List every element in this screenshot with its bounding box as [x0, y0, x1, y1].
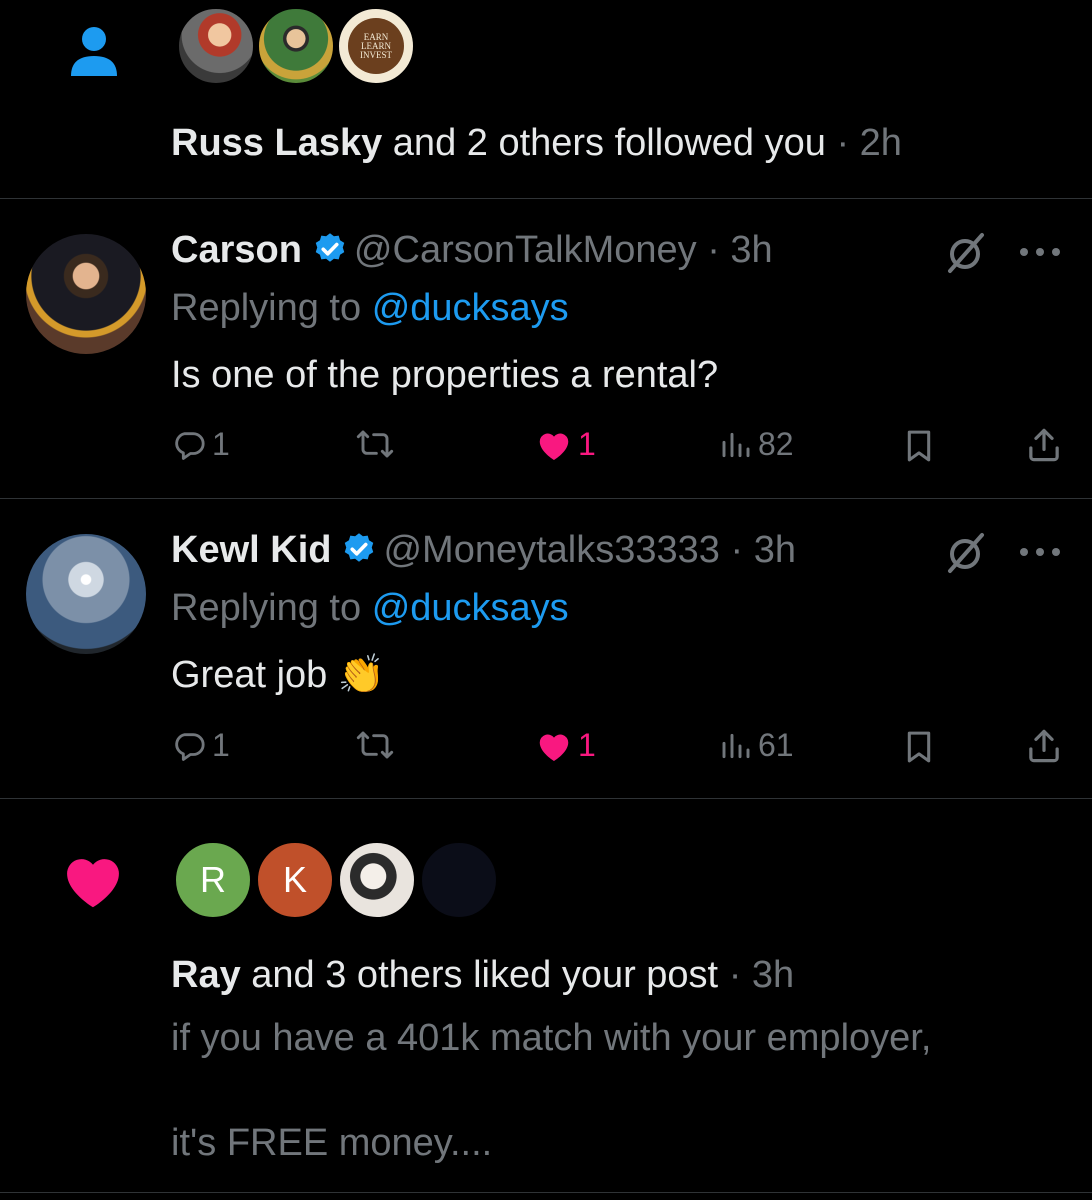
author-handle[interactable]: @CarsonTalkMoney: [354, 229, 697, 271]
replying-to: Replying to @ducksays: [171, 585, 569, 631]
replying-label: Replying to: [171, 587, 362, 629]
avatar-letter: R: [200, 859, 226, 900]
post-text: Is one of the properties a rental?: [171, 354, 719, 396]
person-icon: [71, 27, 117, 76]
grok-icon[interactable]: [942, 230, 988, 276]
verified-icon: [345, 533, 374, 562]
follower-avatar-2[interactable]: [256, 6, 336, 86]
separator: ·: [707, 229, 720, 271]
divider: [0, 1192, 1092, 1193]
timestamp: 3h: [730, 229, 773, 271]
views-count: 82: [758, 426, 794, 462]
follower-avatar-3[interactable]: EARN LEARN INVEST: [336, 6, 416, 86]
liker-avatar-r[interactable]: R: [173, 840, 253, 920]
heart-icon: [67, 859, 119, 908]
replying-to: Replying to @ducksays: [171, 285, 569, 331]
reply-icon: [175, 431, 205, 460]
bookmark-icon[interactable]: [902, 729, 936, 765]
bookmark-icon[interactable]: [902, 428, 936, 464]
views-button[interactable]: 82: [720, 426, 794, 463]
follower-avatar-1[interactable]: [176, 6, 256, 86]
reply-count: 1: [212, 727, 230, 763]
avatar[interactable]: [26, 234, 146, 354]
retweet-button[interactable]: [356, 729, 394, 761]
more-icon[interactable]: [1018, 544, 1062, 560]
like-actor[interactable]: Ray: [171, 954, 241, 996]
reply-button[interactable]: 1: [172, 426, 230, 463]
separator: ·: [730, 529, 744, 571]
reply-header: Kewl Kid @Moneytalks33333 · 3h: [171, 527, 796, 573]
separator: ·: [836, 122, 850, 164]
views-icon: [722, 432, 750, 457]
views-count: 61: [758, 727, 794, 763]
share-icon[interactable]: [1026, 727, 1062, 765]
reply-icon: [175, 732, 205, 761]
liker-avatar-4[interactable]: [419, 840, 499, 920]
avatar-letter: K: [282, 859, 307, 900]
post-body: Great job 👏: [171, 652, 385, 698]
timestamp: 3h: [753, 529, 796, 571]
views-icon: [722, 733, 750, 758]
follow-description: and 2 others followed you: [392, 122, 826, 164]
clapping-hands-emoji: 👏: [337, 654, 386, 696]
replying-handle[interactable]: @ducksays: [372, 287, 569, 329]
retweet-icon: [356, 430, 394, 458]
post-preview-line-2: it's FREE money....: [171, 1122, 493, 1164]
reply-header: Carson @CarsonTalkMoney · 3h: [171, 227, 773, 273]
retweet-icon: [356, 731, 394, 759]
like-count: 1: [578, 727, 596, 763]
follow-text: Russ Lasky and 2 others followed you · 2…: [171, 120, 902, 166]
liker-avatar-3[interactable]: [337, 840, 417, 920]
reply-button[interactable]: 1: [172, 727, 230, 764]
earn-learn-invest-logo: EARN LEARN INVEST: [360, 31, 392, 60]
avatar[interactable]: [26, 534, 146, 654]
post-preview-line-1: if you have a 401k match with your emplo…: [171, 1017, 932, 1059]
post-body: Is one of the properties a rental?: [171, 352, 718, 398]
author-name[interactable]: Kewl Kid: [171, 529, 331, 571]
like-button[interactable]: 1: [536, 727, 596, 764]
timestamp: 2h: [859, 122, 902, 164]
heart-icon: [539, 432, 569, 460]
grok-icon[interactable]: [942, 530, 988, 576]
follow-actor[interactable]: Russ Lasky: [171, 122, 382, 164]
verified-icon: [315, 233, 345, 262]
more-icon[interactable]: [1018, 244, 1062, 260]
heart-icon: [539, 733, 569, 761]
replying-label: Replying to: [171, 287, 362, 329]
timestamp: 3h: [751, 954, 795, 996]
author-handle[interactable]: @Moneytalks33333: [383, 529, 719, 571]
separator: ·: [728, 954, 742, 996]
like-count: 1: [578, 426, 596, 462]
divider: [0, 198, 1092, 199]
like-button[interactable]: 1: [536, 426, 596, 463]
divider: [0, 498, 1092, 499]
retweet-button[interactable]: [356, 428, 394, 460]
share-icon[interactable]: [1026, 426, 1062, 464]
author-name[interactable]: Carson: [171, 229, 302, 271]
views-button[interactable]: 61: [720, 727, 794, 764]
post-text: Great job: [171, 654, 328, 696]
replying-handle[interactable]: @ducksays: [372, 587, 569, 629]
reply-count: 1: [212, 426, 230, 462]
like-description: and 3 others liked your post: [251, 954, 719, 996]
divider: [0, 798, 1092, 799]
like-text: Ray and 3 others liked your post · 3h: [171, 952, 794, 998]
liker-avatar-k[interactable]: K: [255, 840, 335, 920]
